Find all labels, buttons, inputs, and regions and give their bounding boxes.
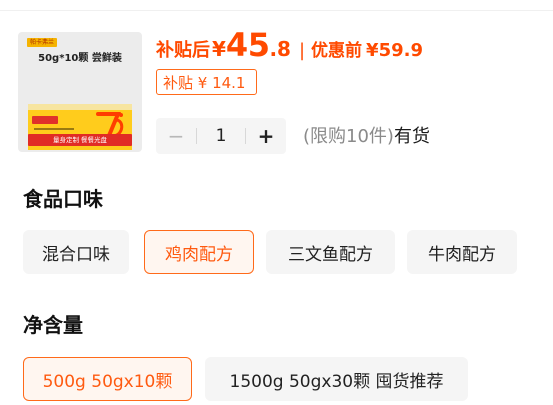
currency-symbol: ¥ [212,37,226,61]
original-price-label: 优惠前 [311,41,363,61]
price-row: 补贴后 ¥ 45 .8 | 优惠前 ¥59.9 [156,26,423,66]
flavor-option-salmon[interactable]: 三文鱼配方 [266,230,395,274]
flavor-section-title: 食品口味 [23,187,103,211]
thumbnail-pack-title: 50g*10颗 尝鲜装 [38,53,122,64]
stock-status: 有货 [393,126,430,147]
subsidy-price-label: 补贴后 [156,40,210,61]
original-price: ¥59.9 [366,40,423,61]
package-label [32,116,58,124]
flavor-option-beef[interactable]: 牛肉配方 [407,230,517,274]
subsidy-badge: 补贴 ¥ 14.1 [156,69,257,95]
quantity-value[interactable]: 1 [197,126,245,146]
decrease-quantity-button[interactable]: − [156,118,196,154]
thumbnail-brand-tag: 帕卡弗兰 [27,38,58,47]
top-divider [0,10,553,11]
weight-option-500g[interactable]: 500g 50gx10颗 [23,357,192,401]
flavor-option-mixed[interactable]: 混合口味 [23,230,129,274]
price-separator: | [298,40,306,61]
stock-info: (限购10件)有货 [303,122,430,148]
product-thumbnail[interactable]: 帕卡弗兰 50g*10颗 尝鲜装 量身定制 餐餐光盘 [18,32,142,152]
weight-section-title: 净含量 [23,313,83,337]
increase-quantity-button[interactable]: + [246,118,286,154]
thumbnail-banner: 量身定制 餐餐光盘 [28,134,132,146]
price-integer: 45 [225,26,270,64]
price-decimal: .8 [269,37,291,61]
weight-option-1500g[interactable]: 1500g 50gx30颗 囤货推荐 [205,357,468,401]
purchase-limit: (限购10件) [303,126,394,147]
flavor-option-chicken[interactable]: 鸡肉配方 [144,230,254,274]
package-text-line [34,128,74,130]
quantity-stepper: − 1 + [156,118,286,154]
